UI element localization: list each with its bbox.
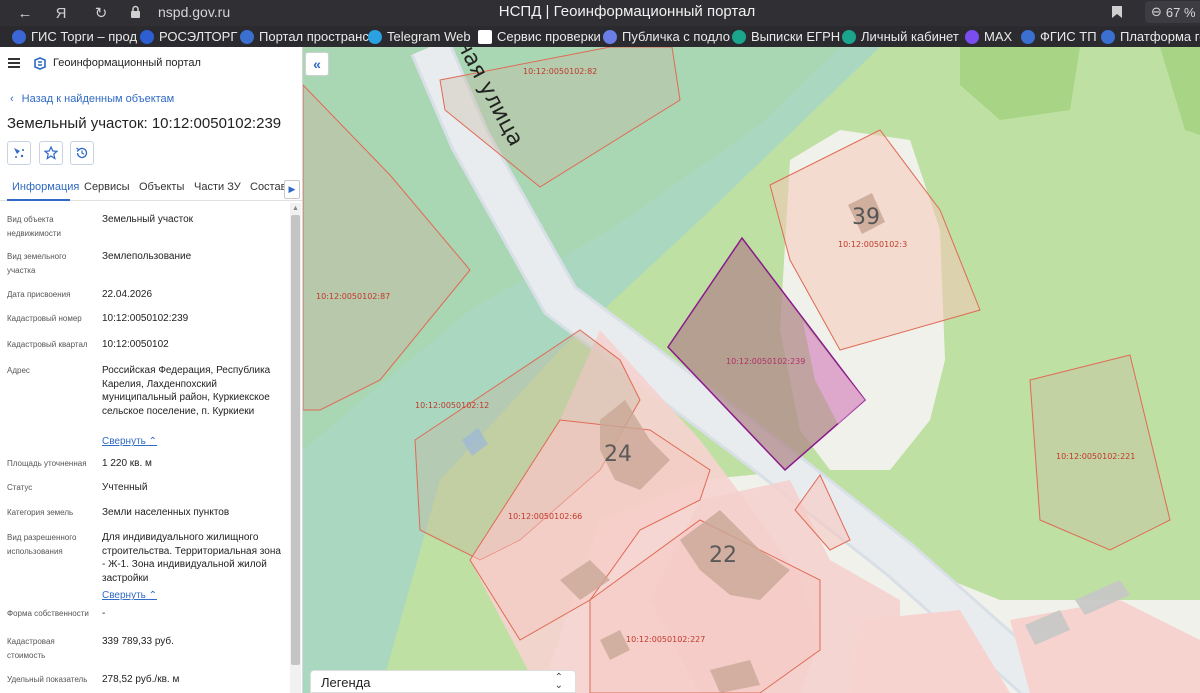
scroll-up-arrow-icon[interactable]: ▲ <box>291 205 300 213</box>
bookmark-item[interactable]: MAX <box>965 28 1012 45</box>
bookmark-item[interactable]: Сервис проверки <box>478 28 601 45</box>
bookmark-item[interactable]: Платформа гос <box>1101 28 1200 45</box>
zoom-icon: ⊖ <box>1151 4 1162 19</box>
collapse-address-link[interactable]: Свернуть ⌃ <box>102 436 157 447</box>
tab-objects[interactable]: Объекты <box>139 181 184 193</box>
properties-list: Вид объекта недвижимости Земельный участ… <box>7 214 281 685</box>
bookmark-item[interactable]: Telegram Web <box>368 28 471 45</box>
parcel-label: 10:12:0050102:12 <box>415 401 489 410</box>
history-button[interactable] <box>70 141 94 165</box>
locate-icon <box>14 148 24 158</box>
parcel-label: 10:12:0050102:66 <box>508 512 582 521</box>
menu-icon[interactable] <box>8 58 20 68</box>
updown-chevron-icon: ⌃ ⌄ <box>554 672 563 691</box>
tabs-scroll-right-button[interactable]: ▶ <box>284 180 300 199</box>
bookmark-item[interactable]: Личный кабинет <box>842 28 959 45</box>
chevron-up-icon: ⌃ <box>148 436 158 447</box>
telegram-icon <box>368 29 382 44</box>
window-title: НСПД | Геоинформационный портал <box>498 3 756 20</box>
bookmark-item[interactable]: ФГИС ТП <box>1021 28 1097 45</box>
favicon-icon <box>842 29 856 44</box>
map-canvas[interactable]: вная улица 39 24 22 10:12:0050102:82 10:… <box>303 47 1200 693</box>
locate-button[interactable] <box>7 141 31 165</box>
portal-logo-icon <box>34 57 46 70</box>
favorite-button[interactable] <box>39 141 63 165</box>
back-to-results-link[interactable]: ‹ Назад к найденным объектам <box>10 93 174 105</box>
parcel-label: 10:12:0050102:82 <box>523 67 597 76</box>
tab-parts[interactable]: Части ЗУ <box>194 181 241 193</box>
house-number-24: 24 <box>604 442 632 467</box>
parcel-label: 10:12:0050102:221 <box>1056 452 1135 461</box>
tab-composition[interactable]: Состав <box>250 181 286 193</box>
legend-label: Легенда <box>321 675 371 690</box>
object-info-panel: Геоинформационный портал ‹ Назад к найде… <box>0 47 303 693</box>
parcel-label: 10:12:0050102:227 <box>626 635 705 644</box>
chevron-right-icon: ▶ <box>288 184 296 194</box>
max-icon <box>965 29 979 44</box>
zoom-level: 67 % <box>1165 4 1196 20</box>
house-number-22: 22 <box>709 543 737 568</box>
collapse-use-link[interactable]: Свернуть ⌃ <box>102 590 157 601</box>
favicon-icon <box>1021 29 1035 44</box>
chevron-up-icon: ⌃ <box>148 590 158 601</box>
browser-titlebar: ← Я ↻ nspd.gov.ru НСПД | Геоинформационн… <box>0 0 1200 26</box>
favicon-icon <box>603 29 617 44</box>
house-number-39: 39 <box>852 205 880 230</box>
active-tab-indicator <box>7 199 70 201</box>
legend-dropdown[interactable]: Легенда ⌃ ⌄ <box>310 670 576 693</box>
chevron-left-icon: ‹ <box>10 93 14 105</box>
parcel-label: 10:12:0050102:3 <box>838 240 907 249</box>
collapse-panel-button[interactable]: « <box>305 52 329 76</box>
bookmark-item[interactable]: ГИС Торги – прод <box>12 28 137 45</box>
star-icon <box>44 146 58 160</box>
favicon-icon <box>12 29 26 44</box>
bookmark-item[interactable]: РОСЭЛТОРГ <box>140 28 237 45</box>
panel-tabs: Информация Сервисы Объекты Части ЗУ Сост… <box>0 177 302 201</box>
portal-brand[interactable]: Геоинформационный портал <box>53 57 201 69</box>
cadastral-map[interactable]: вная улица 39 24 22 10:12:0050102:82 10:… <box>303 47 1200 693</box>
tab-info[interactable]: Информация <box>12 181 79 193</box>
bookmark-item[interactable]: Публичка с подло <box>603 28 730 45</box>
bookmark-item[interactable]: Портал пространс <box>240 28 369 45</box>
favicon-icon <box>240 29 254 44</box>
parcel-label: 10:12:0050102:87 <box>316 292 390 301</box>
favicon-icon <box>140 29 154 44</box>
favicon-icon <box>732 29 746 44</box>
history-icon <box>76 147 88 159</box>
favicon-icon <box>478 29 492 44</box>
double-chevron-left-icon: « <box>313 56 321 72</box>
scrollbar-thumb[interactable] <box>291 215 300 665</box>
zoom-indicator[interactable]: ⊖ 67 % <box>1145 1 1200 23</box>
parcel-label-selected: 10:12:0050102:239 <box>726 357 805 366</box>
page-title: Земельный участок: 10:12:0050102:239 <box>7 115 282 132</box>
favicon-icon <box>1101 29 1115 44</box>
bookmark-icon[interactable] <box>1111 5 1123 19</box>
bookmarks-bar: ГИС Торги – прод РОСЭЛТОРГ Портал простр… <box>0 26 1200 47</box>
bookmark-item[interactable]: Выписки ЕГРН <box>732 28 840 45</box>
tab-services[interactable]: Сервисы <box>84 181 130 193</box>
